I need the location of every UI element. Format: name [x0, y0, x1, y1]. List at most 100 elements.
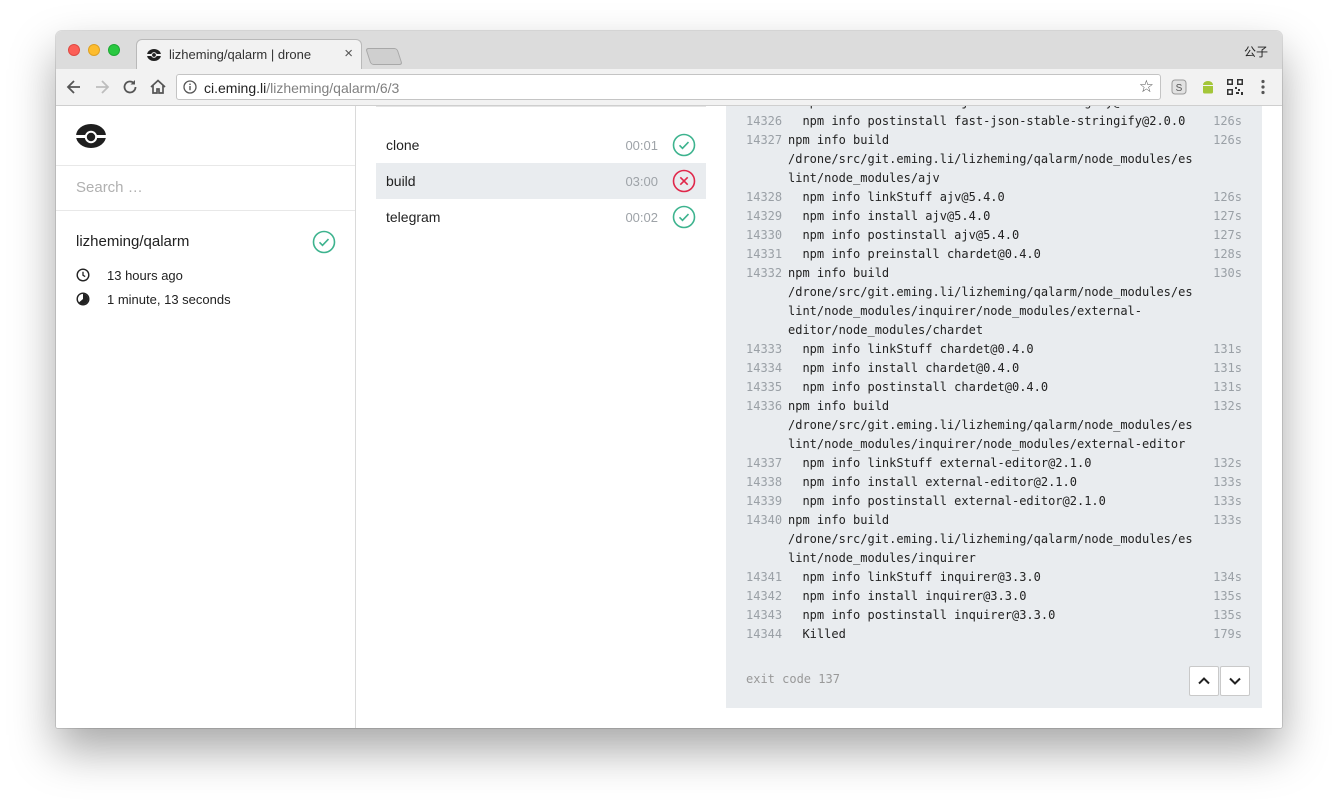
log-line-time: 135s: [1213, 608, 1242, 622]
log-line-time: 127s: [1213, 228, 1242, 242]
address-bar[interactable]: ci.eming.li/lizheming/qalarm/6/3 ☆: [176, 74, 1161, 100]
log-line-time: 135s: [1213, 589, 1242, 603]
repo-name[interactable]: lizheming/qalarm: [76, 233, 189, 250]
log-line-number[interactable]: 14335: [746, 380, 782, 394]
log-line: 14339 npm info postinstall external-edit…: [726, 492, 1262, 511]
log-line-text: npm info install chardet@0.4.0: [788, 361, 1020, 375]
svg-text:S: S: [1176, 83, 1183, 94]
failure-x-icon: [672, 169, 696, 193]
app-content: lizheming/qalarm 13 hours ago 1 minute, …: [56, 106, 1282, 728]
zoom-window-button[interactable]: [108, 44, 120, 56]
drone-logo-icon[interactable]: [76, 123, 106, 149]
tab-close-icon[interactable]: ×: [344, 45, 353, 62]
browser-tab-active[interactable]: lizheming/qalarm | drone ×: [136, 39, 362, 70]
log-line-text: npm info postinstall fast-json-stable-st…: [788, 114, 1186, 128]
back-arrow-icon[interactable]: [64, 77, 84, 97]
log-line-number[interactable]: 14328: [746, 190, 782, 204]
sidebar: lizheming/qalarm 13 hours ago 1 minute, …: [56, 106, 356, 728]
log-line-time: 132s: [1213, 399, 1242, 413]
step-build[interactable]: build 03:00: [376, 163, 706, 199]
log-line-number[interactable]: 14344: [746, 627, 782, 641]
log-line-number[interactable]: 14336: [746, 399, 782, 413]
log-line-number[interactable]: 14327: [746, 133, 782, 147]
close-window-button[interactable]: [68, 44, 80, 56]
browser-toolbar: ci.eming.li/lizheming/qalarm/6/3 ☆ S: [56, 69, 1282, 106]
log-line-number[interactable]: 14332: [746, 266, 782, 280]
build-started: 13 hours ago: [107, 268, 183, 283]
log-line-time: 126s: [1213, 190, 1242, 204]
new-tab-button[interactable]: [365, 48, 403, 65]
log-line: 14338 npm info install external-editor@2…: [726, 473, 1262, 492]
success-check-icon: [672, 205, 696, 229]
step-clone[interactable]: clone 00:01: [376, 127, 706, 163]
log-line: 14334 npm info install chardet@0.4.0 131s: [726, 359, 1262, 378]
log-line-number[interactable]: 14330: [746, 228, 782, 242]
log-line-text: npm info install ajv@5.4.0: [788, 209, 991, 223]
log-line-time: 127s: [1213, 209, 1242, 223]
log-line-number[interactable]: 14325: [746, 106, 782, 109]
url-text[interactable]: ci.eming.li/lizheming/qalarm/6/3: [204, 80, 399, 96]
log-line-number[interactable]: 14343: [746, 608, 782, 622]
log-line-text: npm info install inquirer@3.3.0: [788, 589, 1027, 603]
step-time: 00:02: [625, 210, 658, 225]
log-line-number[interactable]: 14338: [746, 475, 782, 489]
log-line: 14337 npm info linkStuff external-editor…: [726, 454, 1262, 473]
build-duration: 1 minute, 13 seconds: [107, 292, 231, 307]
log-line: 14344 Killed 179s: [726, 625, 1262, 644]
log-line: 14335 npm info postinstall chardet@0.4.0…: [726, 378, 1262, 397]
log-line: 14331 npm info preinstall chardet@0.4.0 1…: [726, 245, 1262, 264]
log-line-time: 134s: [1213, 570, 1242, 584]
bookmark-star-icon[interactable]: ☆: [1139, 77, 1154, 97]
log-line-number[interactable]: 14334: [746, 361, 782, 375]
android-icon[interactable]: [1199, 78, 1217, 96]
info-icon[interactable]: [183, 80, 197, 94]
log-line: 14343 npm info postinstall inquirer@3.3.…: [726, 606, 1262, 625]
log-line-number[interactable]: 14341: [746, 570, 782, 584]
log-line-time: 179s: [1213, 627, 1242, 641]
chevron-up-icon: [1198, 677, 1210, 685]
log-line: 14333 npm info linkStuff chardet@0.4.0 13…: [726, 340, 1262, 359]
step-telegram[interactable]: telegram 00:02: [376, 199, 706, 235]
scroll-down-button[interactable]: [1220, 666, 1250, 696]
log-line-number[interactable]: 14326: [746, 114, 782, 128]
log-line-text: npm info preinstall chardet@0.4.0: [788, 247, 1041, 261]
profile-name[interactable]: 公子: [1244, 43, 1268, 60]
steps-divider: [376, 106, 706, 107]
search-input[interactable]: [76, 179, 316, 196]
log-line-text: npm info postinstall external-editor@2.1…: [788, 494, 1106, 508]
scroll-up-button[interactable]: [1189, 666, 1219, 696]
minimize-window-button[interactable]: [88, 44, 100, 56]
reload-icon[interactable]: [120, 77, 140, 97]
s-extension-icon[interactable]: S: [1170, 78, 1188, 96]
url-host: ci.eming.li: [204, 80, 267, 96]
log-line-number[interactable]: 14333: [746, 342, 782, 356]
drone-favicon-icon: [147, 49, 161, 61]
log-line-number[interactable]: 14340: [746, 513, 782, 527]
step-time: 03:00: [625, 174, 658, 189]
log-line: 14327 npm info build /drone/src/git.eming…: [726, 131, 1262, 188]
log-line-number[interactable]: 14331: [746, 247, 782, 261]
search-box: [56, 165, 355, 211]
browser-window: lizheming/qalarm | drone × 公子 ci.eming.l…: [56, 31, 1282, 728]
log-line-time: 133s: [1213, 475, 1242, 489]
log-line-time: 132s: [1213, 456, 1242, 470]
log-line: 14341 npm info linkStuff inquirer@3.3.0 1…: [726, 568, 1262, 587]
success-check-icon: [312, 230, 336, 254]
log-line-number[interactable]: 14337: [746, 456, 782, 470]
kebab-menu-icon[interactable]: [1254, 78, 1272, 96]
build-log[interactable]: 14325 npm info install fast-json-stable-…: [726, 106, 1262, 708]
home-icon[interactable]: [148, 77, 168, 97]
step-time: 00:01: [625, 138, 658, 153]
log-line-time: 131s: [1213, 361, 1242, 375]
log-line-time: 133s: [1213, 513, 1242, 527]
log-line-number[interactable]: 14329: [746, 209, 782, 223]
log-line-number[interactable]: 14342: [746, 589, 782, 603]
log-line-text: npm info build /drone/src/git.eming.li/l…: [788, 266, 1193, 337]
log-line-text: npm info install external-editor@2.1.0: [788, 475, 1077, 489]
forward-arrow-icon[interactable]: [92, 77, 112, 97]
log-line-number[interactable]: 14339: [746, 494, 782, 508]
log-line-text: npm info build /drone/src/git.eming.li/l…: [788, 513, 1193, 565]
qr-code-icon[interactable]: [1226, 78, 1244, 96]
log-line-text: npm info build /drone/src/git.eming.li/l…: [788, 133, 1193, 185]
exit-code: exit code 137: [746, 672, 840, 686]
